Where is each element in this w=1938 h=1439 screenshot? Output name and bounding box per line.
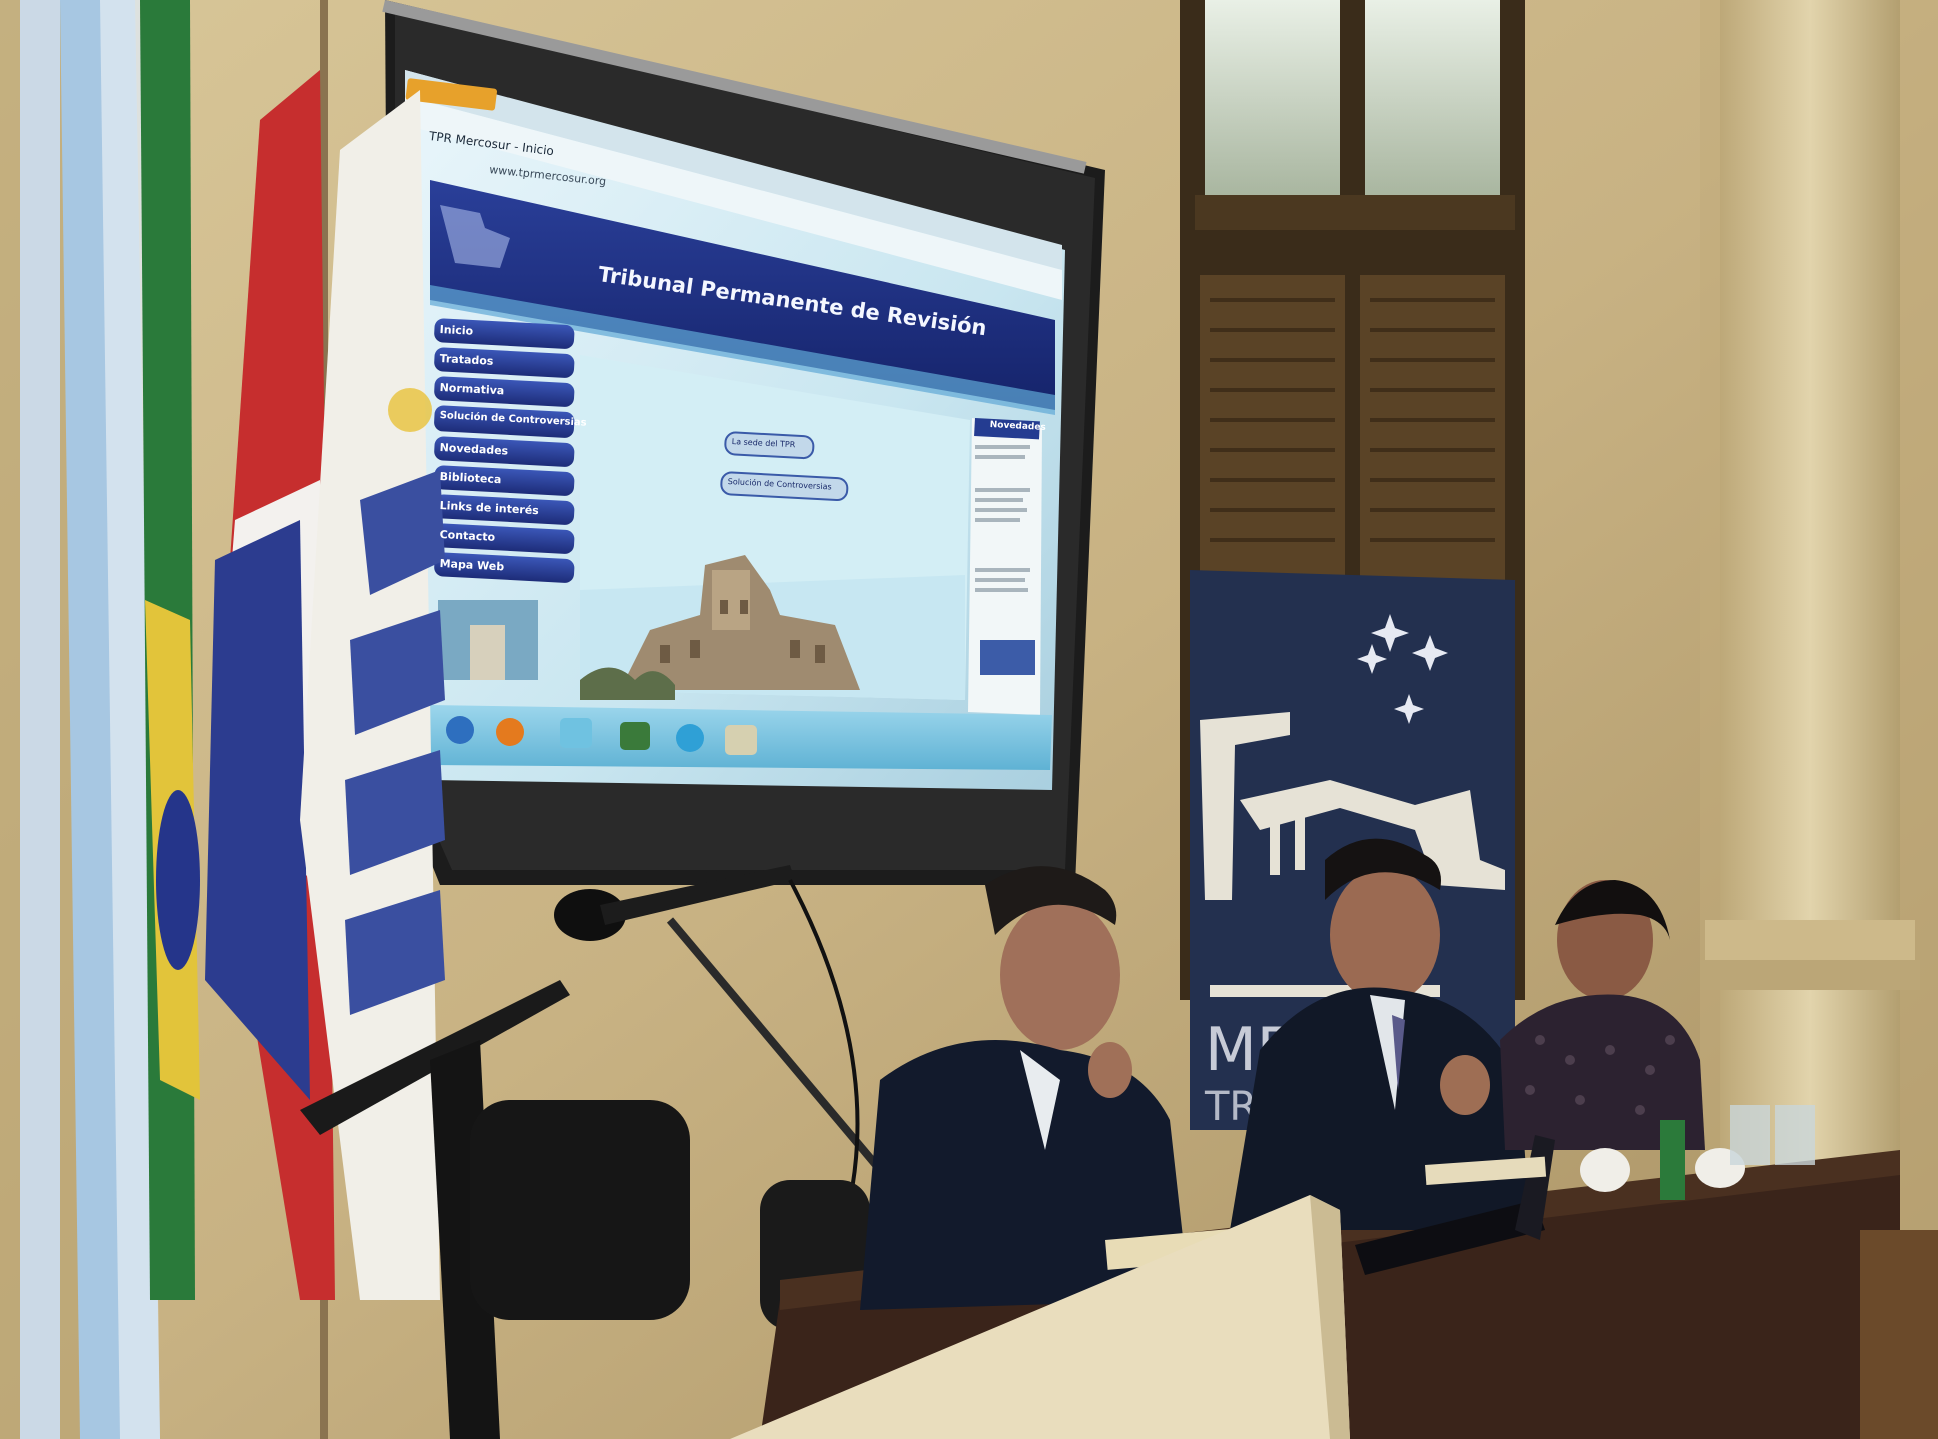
conference-room-photo: ME TR [0, 0, 1938, 1439]
menu-item: Inicio [439, 323, 474, 338]
menu-item: Tratados [439, 352, 494, 368]
